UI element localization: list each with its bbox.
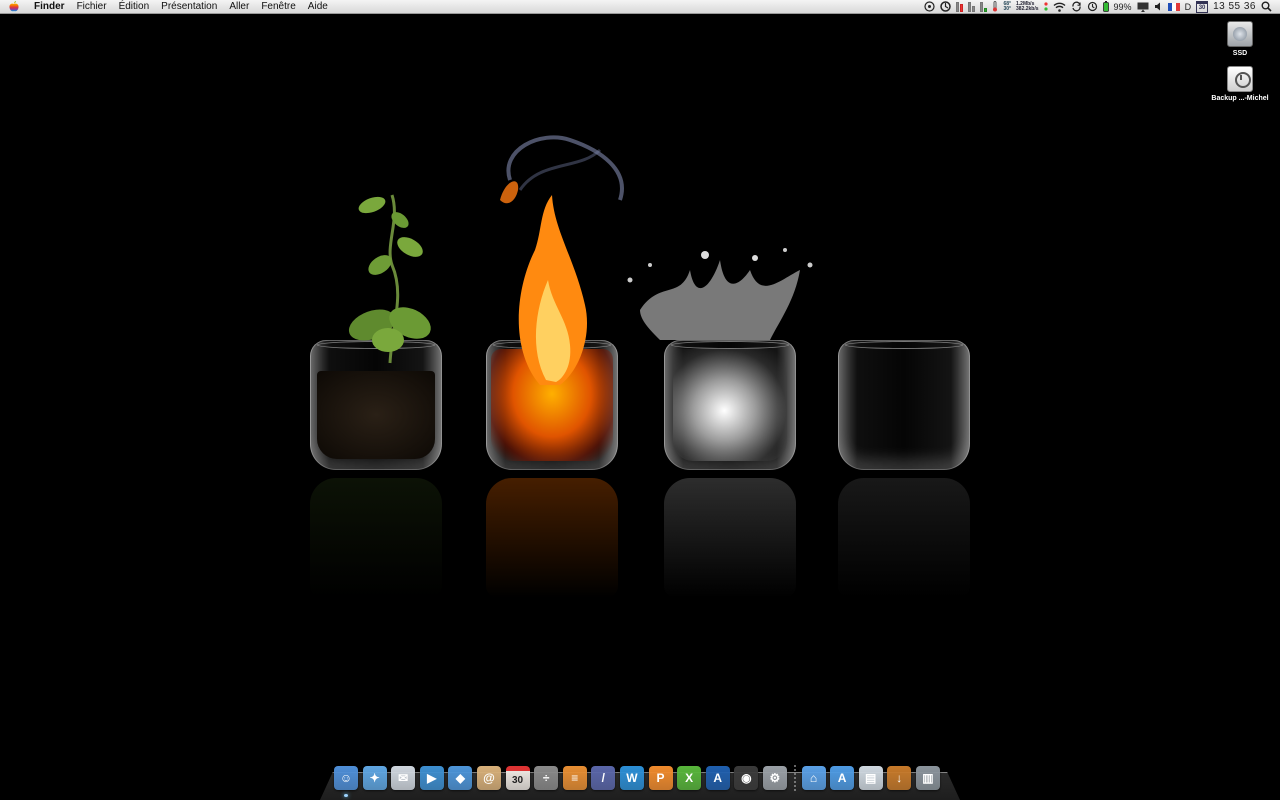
water-splash — [627, 248, 813, 340]
temp-low: 30° — [1003, 5, 1012, 12]
airplay-display-icon[interactable] — [1137, 1, 1149, 13]
dock-dropbox-icon[interactable]: ◆ — [448, 766, 473, 790]
spotlight-search-icon[interactable] — [1261, 1, 1272, 13]
earth-reflection — [310, 478, 442, 598]
dock-documents-folder-icon[interactable]: ▤ — [858, 766, 883, 790]
net-down: 382.2kb/s — [1016, 5, 1039, 12]
desktop: Finder Fichier Édition Présentation Alle… — [0, 0, 1280, 800]
menu-edition[interactable]: Édition — [113, 0, 156, 14]
input-source-indicator[interactable]: D — [1185, 1, 1192, 13]
dock-address-book-icon[interactable]: @ — [476, 766, 501, 790]
backup-drive-label: Backup ...-Michel — [1211, 95, 1269, 102]
dock-system-preferences-icon[interactable]: ⚙ — [762, 766, 787, 790]
sync-icon[interactable] — [1071, 1, 1082, 13]
menu-presentation[interactable]: Présentation — [155, 0, 223, 14]
plant-sprout — [348, 194, 431, 364]
wifi-icon[interactable] — [1053, 1, 1066, 13]
air-reflection — [838, 478, 970, 598]
memory-meter-icon[interactable] — [956, 1, 964, 12]
dock-calculator-icon[interactable]: ÷ — [534, 766, 559, 790]
ssd-drive-label: SSD — [1232, 50, 1248, 57]
dock-safari-icon[interactable]: ✦ — [362, 766, 387, 790]
dropbox-status-icon[interactable] — [940, 1, 952, 13]
fire-reflection — [486, 478, 618, 598]
calendar-menu-day: 30 — [1198, 4, 1206, 11]
calendar-menu-icon[interactable]: 30 — [1196, 0, 1209, 13]
dock-facetime-icon[interactable]: ▶ — [419, 766, 444, 790]
menu-fichier[interactable]: Fichier — [71, 0, 113, 14]
dock-word-icon[interactable]: W — [619, 766, 644, 790]
app-menu-finder[interactable]: Finder — [28, 0, 71, 14]
menu-fenetre[interactable]: Fenêtre — [255, 0, 301, 14]
dock: ☺ ✦ ✉ ▶ ◆ @30 ÷ ≡ / W P X A ◉ ⚙ ⌂ A ▤ ↓ ▥ — [334, 764, 944, 797]
dock-ical-icon[interactable]: 30 — [505, 766, 530, 790]
apple-menu-icon[interactable] — [0, 1, 28, 12]
network-speed-readout[interactable]: 1.2Mb/s 382.2kb/s — [1016, 1, 1039, 12]
dock-stickies-icon[interactable]: ≡ — [562, 766, 587, 790]
dock-downloads-folder-icon[interactable]: ↓ — [887, 766, 912, 790]
dock-app-store-icon[interactable]: A — [705, 766, 730, 790]
battery-icon[interactable] — [1102, 1, 1109, 13]
time-machine-drive-icon — [1227, 66, 1253, 92]
time-machine-status-icon[interactable] — [924, 1, 936, 13]
temperature-readout[interactable]: 68° 30° — [1003, 1, 1012, 12]
volume-icon[interactable] — [1154, 1, 1163, 13]
ssd-drive-icon[interactable]: SSD — [1205, 21, 1275, 57]
dock-trash-icon[interactable]: ▥ — [915, 766, 940, 790]
menu-bar: Finder Fichier Édition Présentation Alle… — [0, 0, 1280, 14]
dock-mail-icon[interactable]: ✉ — [391, 766, 416, 790]
thermometer-icon — [992, 1, 998, 13]
dock-home-folder-icon[interactable]: ⌂ — [801, 766, 826, 790]
cpu-meter-icon[interactable] — [980, 1, 988, 12]
dock-aperture-icon[interactable]: ◉ — [734, 766, 759, 790]
water-reflection — [664, 478, 796, 598]
dock-applications-folder-icon[interactable]: A — [830, 766, 855, 790]
dock-pixelmator-icon[interactable]: / — [591, 766, 616, 790]
hard-drive-icon — [1227, 21, 1253, 47]
french-flag-icon[interactable] — [1167, 1, 1180, 13]
menu-aller[interactable]: Aller — [223, 0, 255, 14]
air-glass — [838, 340, 970, 470]
dock-separator[interactable] — [793, 765, 796, 791]
dock-excel-icon[interactable]: X — [677, 766, 702, 790]
dock-powerpoint-icon[interactable]: P — [648, 766, 673, 790]
network-activity-icon — [1043, 1, 1048, 13]
water-glass — [664, 340, 796, 470]
menu-clock[interactable]: 13 55 36 — [1213, 1, 1256, 13]
time-machine-icon[interactable] — [1087, 1, 1098, 13]
disk-meter-icon[interactable] — [968, 1, 976, 12]
backup-drive-icon[interactable]: Backup ...-Michel — [1205, 66, 1275, 102]
dock-finder-icon[interactable]: ☺ — [334, 766, 358, 797]
battery-percentage[interactable]: 99% — [1114, 1, 1132, 13]
menu-aide[interactable]: Aide — [302, 0, 334, 14]
